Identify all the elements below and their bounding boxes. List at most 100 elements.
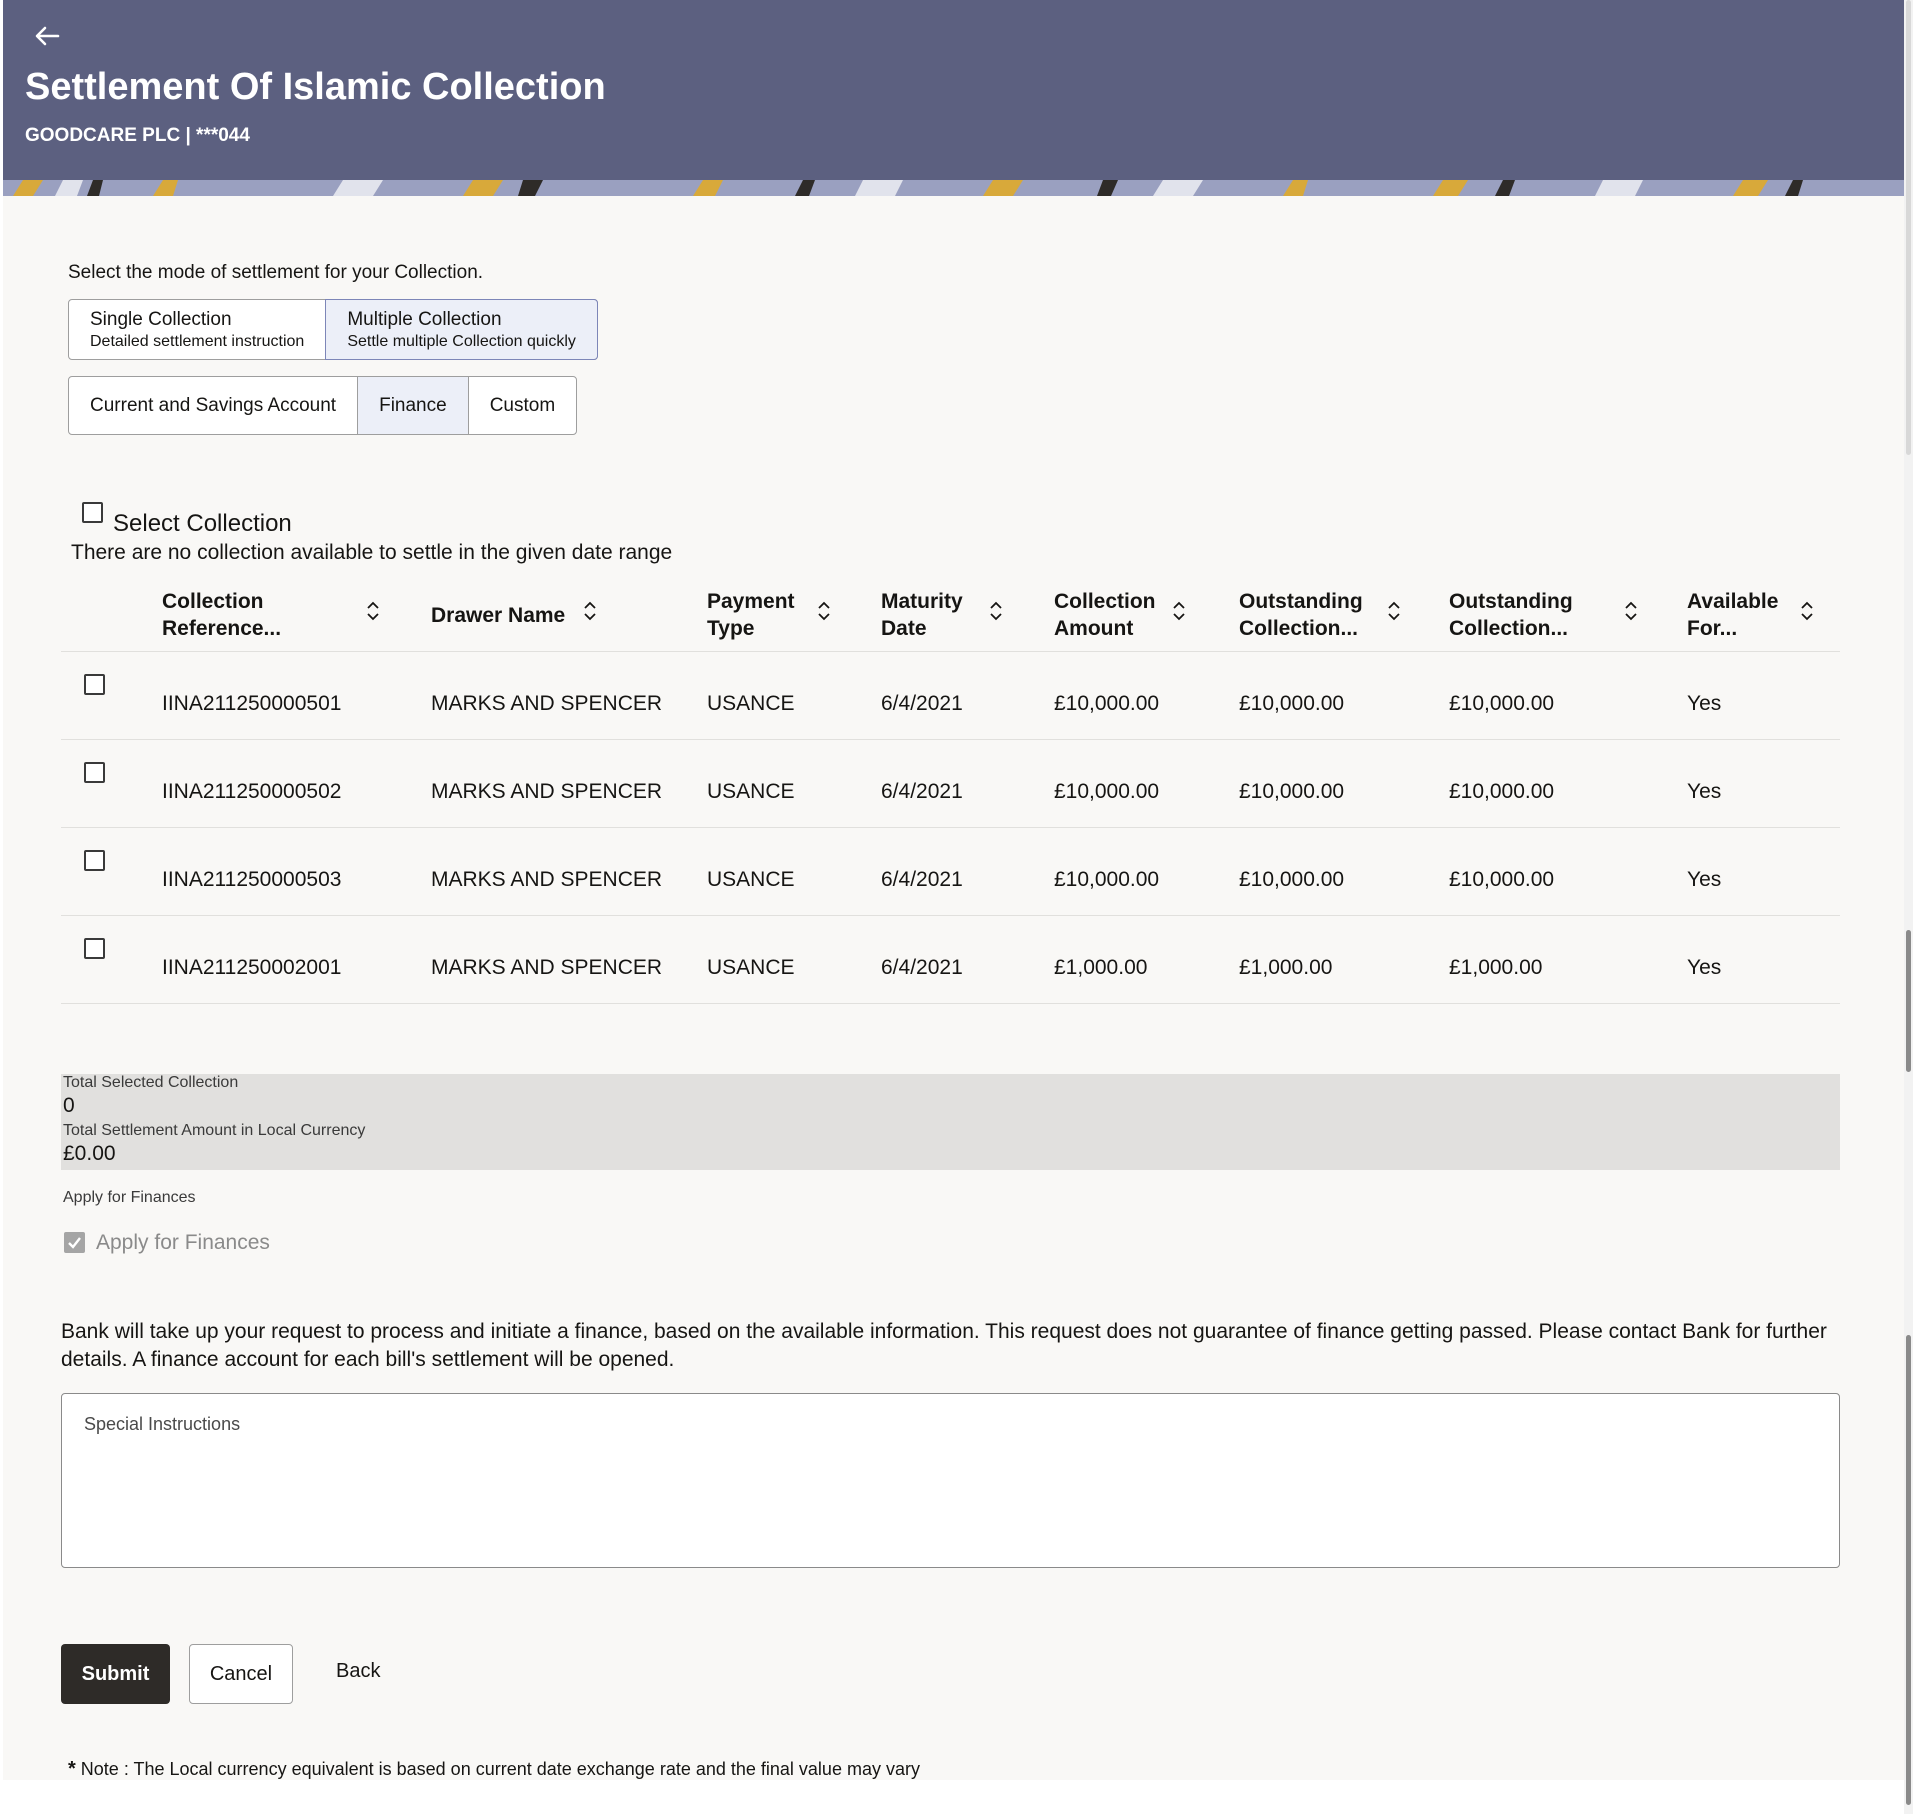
- note-text: Note : The Local currency equivalent is …: [75, 1759, 920, 1779]
- mode-option-title: Multiple Collection: [347, 308, 502, 330]
- mode-label: Select the mode of settlement for your C…: [68, 262, 484, 283]
- sort-icon[interactable]: [989, 600, 1003, 622]
- cell-collection-reference: IINA211250000503: [162, 868, 342, 891]
- column-header-payment-type[interactable]: Payment Type: [707, 588, 830, 642]
- apply-finances-label: Apply for Finances: [63, 1189, 196, 1206]
- sort-icon[interactable]: [1172, 600, 1186, 622]
- column-header-available-for[interactable]: Available For...: [1687, 588, 1813, 642]
- sort-icon[interactable]: [817, 600, 831, 622]
- scrollbar-thumb[interactable]: [1906, 1335, 1911, 1805]
- cell-outstanding-collection-local: £10,000.00: [1449, 868, 1555, 891]
- cell-collection-amount: £10,000.00: [1054, 780, 1160, 803]
- cell-outstanding-collection: £10,000.00: [1239, 780, 1345, 803]
- sort-icon[interactable]: [1387, 600, 1401, 622]
- total-amount-value: £0.00: [63, 1142, 116, 1165]
- cell-payment-type: USANCE: [707, 956, 795, 979]
- header-line: Reference...: [162, 617, 282, 640]
- cell-outstanding-collection-local: £10,000.00: [1449, 692, 1555, 715]
- cell-payment-type: USANCE: [707, 692, 795, 715]
- column-header-drawer-name[interactable]: Drawer Name: [431, 601, 596, 629]
- cell-outstanding-collection: £10,000.00: [1239, 868, 1345, 891]
- cell-maturity-date: 6/4/2021: [881, 868, 963, 891]
- cell-payment-type: USANCE: [707, 868, 795, 891]
- special-instructions-placeholder: Special Instructions: [84, 1414, 241, 1434]
- vertical-scrollbar[interactable]: [1904, 0, 1913, 1814]
- column-header-maturity-date[interactable]: Maturity Date: [881, 588, 1002, 642]
- cell-collection-reference: IINA211250002001: [162, 956, 342, 979]
- account-type-casa[interactable]: Current and Savings Account: [69, 377, 357, 434]
- header-line: Outstanding: [1449, 590, 1573, 613]
- sort-icon[interactable]: [1800, 600, 1814, 622]
- header-line: Date: [881, 617, 927, 640]
- table-row: IINA211250000501 MARKS AND SPENCER USANC…: [61, 652, 1840, 740]
- cell-payment-type: USANCE: [707, 780, 795, 803]
- header-line: Collection: [162, 590, 264, 613]
- header-line: Available: [1687, 590, 1779, 613]
- sort-icon[interactable]: [366, 600, 380, 622]
- cell-maturity-date: 6/4/2021: [881, 780, 963, 803]
- header-line: Amount: [1054, 617, 1134, 640]
- page-title: Settlement Of Islamic Collection: [25, 66, 606, 108]
- note-marker: *: [68, 1758, 76, 1780]
- cell-drawer-name: MARKS AND SPENCER: [431, 692, 663, 715]
- header-line: Type: [707, 617, 755, 640]
- collections-table: Collection Reference... Drawer Name Paym…: [61, 580, 1840, 1004]
- back-link[interactable]: Back: [336, 1660, 380, 1683]
- header-line: Collection...: [1239, 617, 1359, 640]
- header-line: Collection...: [1449, 617, 1569, 640]
- account-type-selector: Current and Savings Account Finance Cust…: [68, 376, 578, 435]
- mode-option-subtitle: Detailed settlement instruction: [90, 332, 305, 350]
- sort-icon[interactable]: [1624, 600, 1638, 622]
- row-checkbox[interactable]: [84, 938, 105, 959]
- page-header: Settlement Of Islamic Collection GOODCAR…: [3, 0, 1908, 196]
- cell-available-for: Yes: [1687, 780, 1722, 803]
- cell-drawer-name: MARKS AND SPENCER: [431, 868, 663, 891]
- table-header: Collection Reference... Drawer Name Paym…: [61, 580, 1840, 652]
- account-type-finance[interactable]: Finance: [357, 377, 468, 434]
- table-row: IINA211250000503 MARKS AND SPENCER USANC…: [61, 828, 1840, 916]
- header-line: Drawer Name: [431, 604, 566, 627]
- mode-option-single[interactable]: Single Collection Detailed settlement in…: [69, 300, 325, 359]
- cell-drawer-name: MARKS AND SPENCER: [431, 956, 663, 979]
- total-amount-label: Total Settlement Amount in Local Currenc…: [63, 1122, 366, 1139]
- sort-icon[interactable]: [583, 600, 597, 622]
- header-line: Maturity: [881, 590, 963, 613]
- select-all-checkbox[interactable]: [82, 502, 103, 523]
- row-checkbox[interactable]: [84, 762, 105, 783]
- settlement-mode-selector: Single Collection Detailed settlement in…: [68, 299, 598, 360]
- scrollbar-thumb[interactable]: [1906, 930, 1911, 1072]
- table-row: IINA211250000502 MARKS AND SPENCER USANC…: [61, 740, 1840, 828]
- cell-outstanding-collection: £10,000.00: [1239, 692, 1345, 715]
- mode-option-multiple[interactable]: Multiple Collection Settle multiple Coll…: [325, 299, 598, 360]
- page: Settlement Of Islamic Collection GOODCAR…: [3, 0, 1908, 1780]
- cancel-button[interactable]: Cancel: [189, 1644, 293, 1704]
- arrow-left-icon[interactable]: [33, 22, 67, 56]
- cell-collection-amount: £10,000.00: [1054, 692, 1160, 715]
- cell-collection-amount: £1,000.00: [1054, 956, 1148, 979]
- cell-available-for: Yes: [1687, 868, 1722, 891]
- special-instructions-field[interactable]: Special Instructions: [61, 1393, 1840, 1568]
- column-header-collection-amount[interactable]: Collection Amount: [1054, 588, 1185, 642]
- mode-option-subtitle: Settle multiple Collection quickly: [347, 332, 576, 350]
- cell-collection-amount: £10,000.00: [1054, 868, 1160, 891]
- cell-available-for: Yes: [1687, 956, 1722, 979]
- select-collection-label: Select Collection: [113, 510, 292, 537]
- header-line: Collection: [1054, 590, 1156, 613]
- apply-finances-checkbox[interactable]: [64, 1232, 85, 1253]
- header-line: Payment: [707, 590, 795, 613]
- header-line: For...: [1687, 617, 1738, 640]
- mode-option-title: Single Collection: [90, 308, 232, 330]
- totals-panel: Total Selected Collection 0 Total Settle…: [61, 1074, 1840, 1170]
- row-checkbox[interactable]: [84, 674, 105, 695]
- cell-outstanding-collection-local: £10,000.00: [1449, 780, 1555, 803]
- table-row: IINA211250002001 MARKS AND SPENCER USANC…: [61, 916, 1840, 1004]
- row-checkbox[interactable]: [84, 850, 105, 871]
- checkmark-icon: [68, 1237, 81, 1249]
- column-header-collection-reference[interactable]: Collection Reference...: [162, 588, 379, 642]
- page-corner: [0, 1780, 40, 1814]
- submit-button[interactable]: Submit: [61, 1644, 170, 1704]
- column-header-outstanding-collection-local[interactable]: Outstanding Collection...: [1449, 588, 1637, 642]
- total-selected-value: 0: [63, 1094, 75, 1117]
- account-type-custom[interactable]: Custom: [467, 377, 576, 434]
- column-header-outstanding-collection[interactable]: Outstanding Collection...: [1239, 588, 1400, 642]
